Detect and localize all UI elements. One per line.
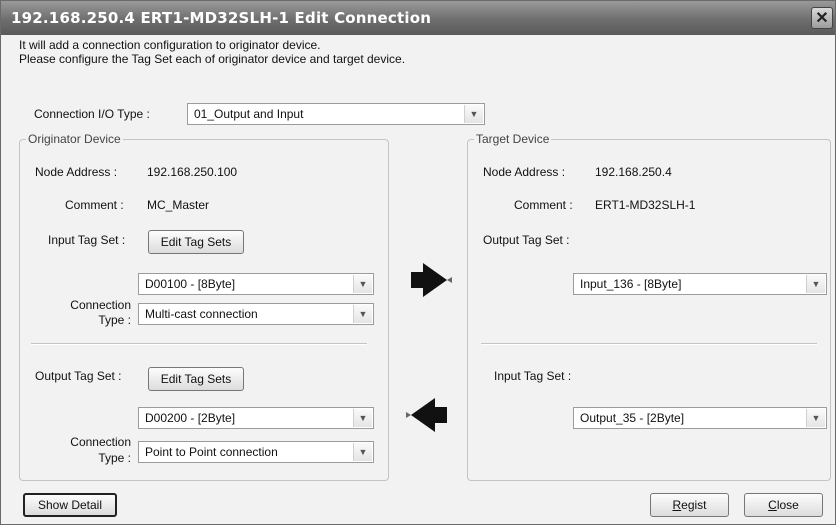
input-tag-set-label: Input Tag Set : [48,233,126,247]
arrow-right-icon [411,263,452,297]
output-connection-type-label-2: Type : [98,451,131,465]
target-device-legend: Target Device [474,132,552,146]
originator-node-address-label: Node Address : [35,165,118,179]
output-connection-type-label-1: Connection [70,435,131,449]
target-output-tag-select[interactable]: Input_136 - [8Byte] ▼ [573,273,827,295]
chevron-down-icon[interactable]: ▼ [806,275,825,293]
target-output-tag-value: Input_136 - [8Byte] [580,277,682,291]
originator-comment: MC_Master [147,198,210,212]
target-comment: ERT1-MD32SLH-1 [595,198,696,212]
close-button[interactable]: Close [744,493,823,517]
originator-input-connection-type-value: Multi-cast connection [145,307,258,321]
connection-io-type-select[interactable]: 01_Output and Input ▼ [187,103,485,125]
chevron-down-icon[interactable]: ▼ [806,409,825,427]
originator-input-connection-type-select[interactable]: Multi-cast connection ▼ [138,303,374,325]
originator-input-tag-value: D00100 - [8Byte] [145,277,236,291]
target-input-tag-select[interactable]: Output_35 - [2Byte] ▼ [573,407,827,429]
chevron-down-icon[interactable]: ▼ [464,105,483,123]
output-tag-set-label: Output Tag Set : [35,369,122,383]
target-node-address-label: Node Address : [483,165,566,179]
regist-button[interactable]: Regist [650,493,729,517]
target-input-tag-value: Output_35 - [2Byte] [580,411,685,425]
regist-accelerator: R [672,498,682,512]
edit-connection-dialog: 192.168.250.4 ERT1-MD32SLH-1 Edit Connec… [0,0,836,525]
chevron-down-icon[interactable]: ▼ [353,305,372,323]
edit-tag-sets-output-button[interactable]: Edit Tag Sets [148,367,244,391]
chevron-down-icon[interactable]: ▼ [353,443,372,461]
chevron-down-icon[interactable]: ▼ [353,275,372,293]
originator-output-tag-value: D00200 - [2Byte] [145,411,236,425]
regist-label: egist [681,498,707,512]
originator-device-legend: Originator Device [26,132,123,146]
intro-line-2: Please configure the Tag Set each of ori… [19,52,406,66]
target-input-tag-set-label: Input Tag Set : [494,369,572,383]
originator-comment-label: Comment : [65,198,124,212]
originator-output-tag-select[interactable]: D00200 - [2Byte] ▼ [138,407,374,429]
intro-line-1: It will add a connection configuration t… [19,38,321,52]
originator-output-connection-type-select[interactable]: Point to Point connection ▼ [138,441,374,463]
arrow-left-icon [406,398,447,432]
input-connection-type-label-2: Type : [98,313,131,327]
target-comment-label: Comment : [514,198,573,212]
target-node-address: 192.168.250.4 [595,165,672,179]
target-device-group: Target Device [467,132,831,481]
connection-io-type-value: 01_Output and Input [194,107,304,121]
close-accelerator: C [768,498,777,512]
connection-io-type-label: Connection I/O Type : [34,107,150,121]
originator-output-connection-type-value: Point to Point connection [145,445,278,459]
originator-divider [31,343,367,345]
title-bar[interactable]: 192.168.250.4 ERT1-MD32SLH-1 Edit Connec… [1,1,835,35]
edit-tag-sets-input-button[interactable]: Edit Tag Sets [148,230,244,254]
target-divider [481,343,817,345]
originator-input-tag-select[interactable]: D00100 - [8Byte] ▼ [138,273,374,295]
chevron-down-icon[interactable]: ▼ [353,409,372,427]
originator-node-address: 192.168.250.100 [147,165,238,179]
show-detail-button[interactable]: Show Detail [23,493,117,517]
close-icon[interactable]: ✕ [811,7,833,29]
target-output-tag-set-label: Output Tag Set : [483,233,570,247]
window-title: 192.168.250.4 ERT1-MD32SLH-1 Edit Connec… [11,9,432,27]
close-label: lose [776,498,799,512]
input-connection-type-label-1: Connection [70,298,131,312]
